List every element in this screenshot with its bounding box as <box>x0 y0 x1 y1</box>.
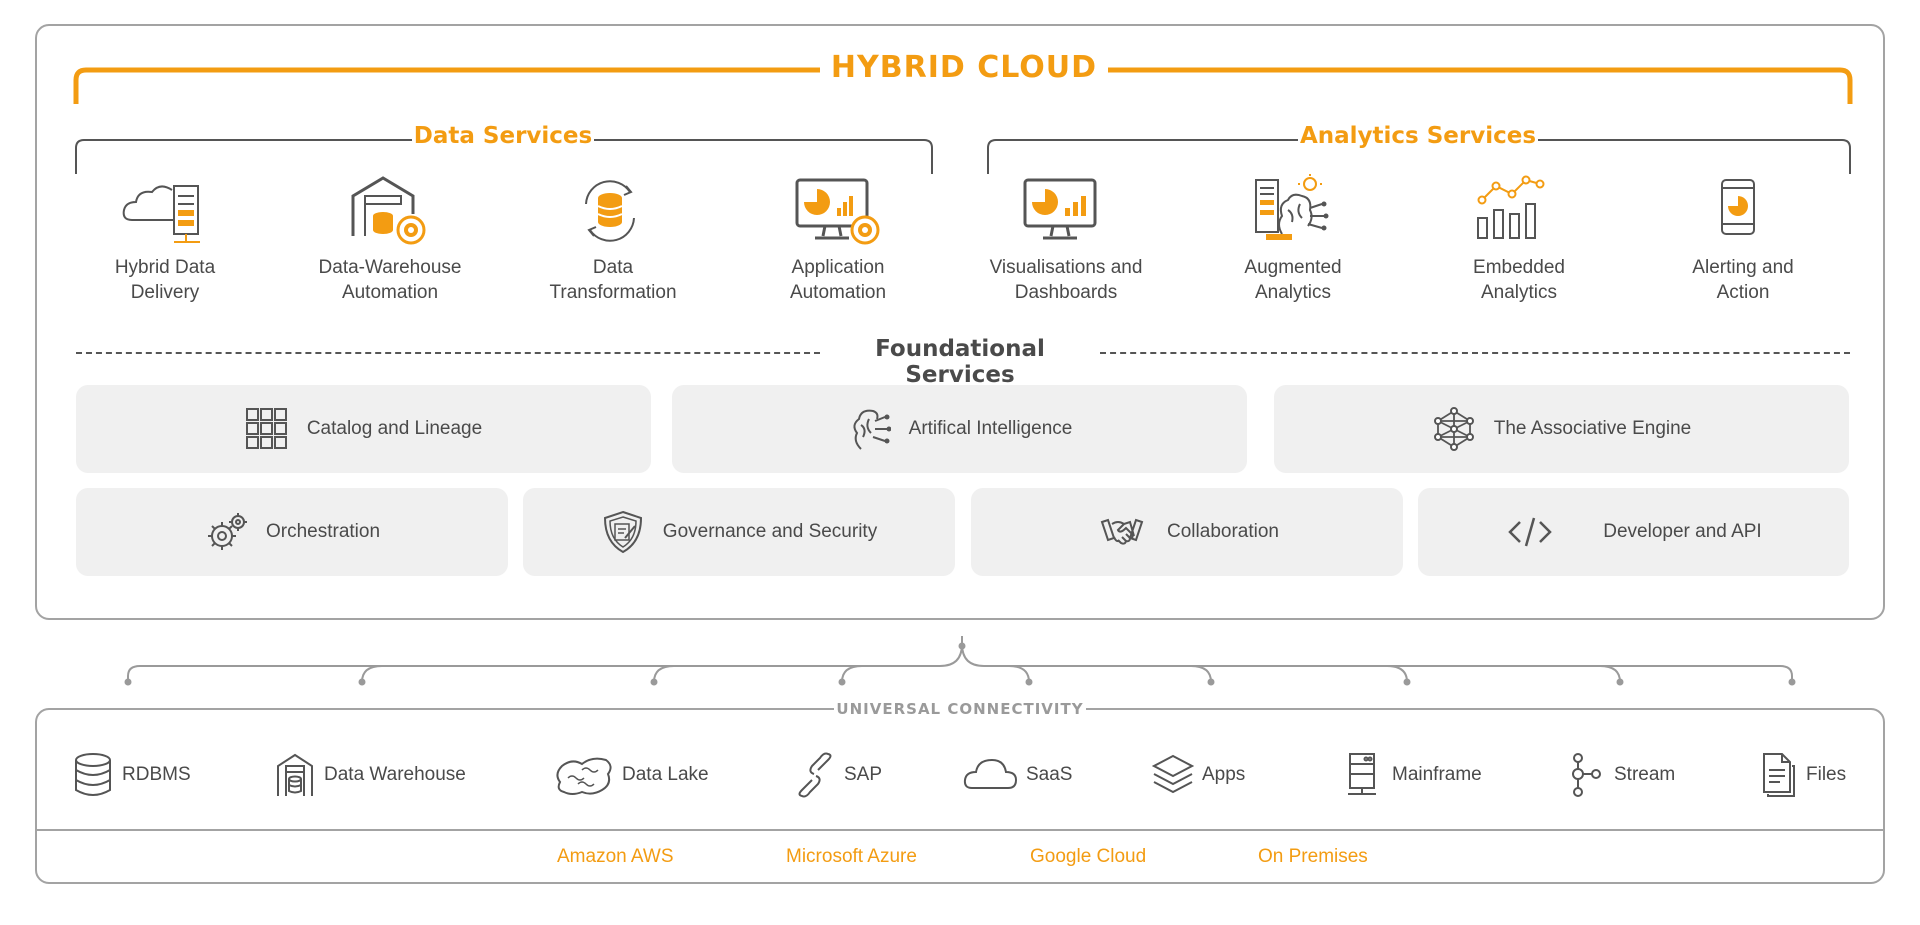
database-icon <box>75 753 111 796</box>
foundational-divider-right <box>1100 352 1850 354</box>
source-label: RDBMS <box>122 764 191 785</box>
service-label: Action <box>1716 282 1770 303</box>
service-label: Data <box>592 257 634 278</box>
service-label: Automation <box>341 282 439 303</box>
service-label: Visualisations and <box>989 257 1143 278</box>
tile-catalog-lineage: Catalog and Lineage <box>76 385 651 473</box>
gears-icon <box>207 513 247 550</box>
tile-governance-security: Governance and Security <box>523 488 955 576</box>
data-service-transformation: Data Transformation <box>528 174 698 305</box>
tile-label: Catalog and Lineage <box>306 418 483 439</box>
link-icon <box>798 752 832 798</box>
tile-label: Governance and Security <box>662 521 878 542</box>
service-label: Application <box>791 257 885 278</box>
tile-label: Artifical Intelligence <box>908 418 1073 439</box>
service-label: Transformation <box>549 282 677 303</box>
tile-label: Collaboration <box>1167 521 1279 542</box>
code-icon <box>1508 517 1553 547</box>
service-label: Automation <box>789 282 887 303</box>
lake-icon <box>556 757 612 795</box>
source-apps: Apps <box>1152 752 1245 798</box>
source-data-warehouse: Data Warehouse <box>274 752 466 798</box>
source-label: SAP <box>844 764 883 785</box>
source-sap: SAP <box>794 752 882 798</box>
network-icon <box>1433 407 1474 451</box>
foundational-services-title: Foundational Services <box>820 336 1100 388</box>
source-rdbms: RDBMS <box>72 752 191 798</box>
data-service-dw-automation: Data-Warehouse Automation <box>305 174 475 305</box>
service-label: Embedded <box>1473 257 1565 278</box>
tile-artificial-intelligence: Artifical Intelligence <box>672 385 1247 473</box>
cloud-server-icon <box>122 185 200 243</box>
brain-server-icon <box>1255 174 1329 240</box>
layers-icon <box>1152 754 1194 794</box>
data-services-title: Data Services <box>412 123 594 155</box>
data-service-app-automation: Application Automation <box>753 174 923 305</box>
grid-icon <box>245 408 287 449</box>
service-label: Analytics <box>1254 282 1332 303</box>
analytics-service-augmented: Augmented Analytics <box>1208 174 1378 305</box>
mobile-pie-icon <box>1721 179 1755 235</box>
tile-associative-engine: The Associative Engine <box>1274 385 1849 473</box>
files-icon <box>1763 753 1795 797</box>
source-label: Files <box>1806 764 1847 785</box>
brain-circuit-icon <box>853 409 891 450</box>
source-files: Files <box>1756 752 1846 798</box>
source-label: Stream <box>1614 764 1676 785</box>
source-label: Apps <box>1202 764 1246 785</box>
cloud-icon <box>963 758 1018 789</box>
platform-on-premises: On Premises <box>1258 846 1368 867</box>
platform-aws: Amazon AWS <box>557 846 674 867</box>
monitor-chart-icon <box>1023 178 1097 240</box>
service-label: Augmented <box>1244 257 1342 278</box>
platform-azure: Microsoft Azure <box>786 846 917 867</box>
tile-label: Orchestration <box>265 521 381 542</box>
connectivity-divider <box>36 829 1884 831</box>
handshake-icon <box>1100 518 1144 545</box>
foundational-divider-left <box>76 352 820 354</box>
connectivity-title: UNIVERSAL CONNECTIVITY <box>834 700 1086 720</box>
platform-google-cloud: Google Cloud <box>1030 846 1147 867</box>
analytics-service-visualisations: Visualisations and Dashboards <box>981 174 1151 305</box>
tile-orchestration: Orchestration <box>76 488 508 576</box>
tile-developer-api: Developer and API <box>1418 488 1849 576</box>
warehouse-gear-icon <box>351 176 426 245</box>
stream-icon <box>1572 753 1601 797</box>
source-mainframe: Mainframe <box>1342 752 1482 798</box>
service-label: Delivery <box>130 282 200 303</box>
server-icon <box>1348 753 1376 795</box>
service-label: Dashboards <box>1014 282 1118 303</box>
service-label: Analytics <box>1480 282 1558 303</box>
connectivity-brace <box>124 636 1796 686</box>
bar-line-chart-icon <box>1477 175 1545 239</box>
service-label: Alerting and <box>1692 257 1794 278</box>
analytics-service-embedded: Embedded Analytics <box>1434 174 1604 305</box>
analytics-services-title: Analytics Services <box>1298 123 1538 155</box>
source-label: Data Lake <box>622 764 709 785</box>
source-saas: SaaS <box>962 752 1072 798</box>
source-label: Data Warehouse <box>324 764 466 785</box>
source-label: SaaS <box>1026 764 1073 785</box>
service-label: Hybrid Data <box>114 257 216 278</box>
database-cycle-icon <box>585 180 635 242</box>
service-label: Data-Warehouse <box>318 257 462 278</box>
service-brackets <box>75 139 1851 174</box>
warehouse-icon <box>277 753 313 796</box>
monitor-chart-gear-icon <box>795 178 880 245</box>
shield-icon <box>603 510 642 554</box>
source-label: Mainframe <box>1392 764 1482 785</box>
tile-label: The Associative Engine <box>1493 418 1692 439</box>
source-stream: Stream <box>1564 752 1675 798</box>
analytics-service-alerting: Alerting and Action <box>1658 174 1828 305</box>
data-service-hybrid-delivery: Hybrid Data Delivery <box>80 174 250 305</box>
tile-collaboration: Collaboration <box>971 488 1403 576</box>
source-data-lake: Data Lake <box>552 752 709 798</box>
tile-label: Developer and API <box>1603 521 1762 542</box>
